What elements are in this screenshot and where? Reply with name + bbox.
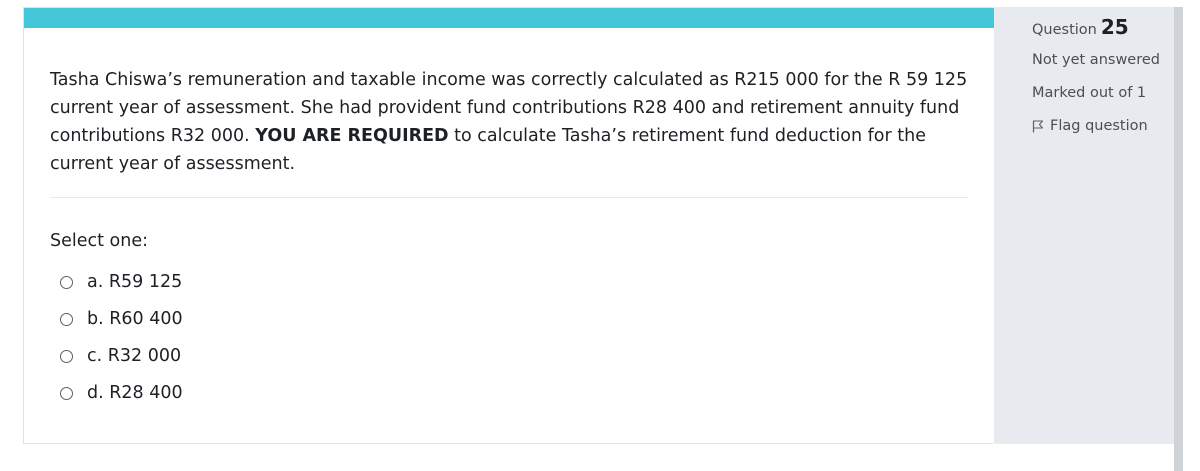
marks-info: Marked out of 1 (1032, 85, 1147, 101)
option-value: R28 400 (109, 382, 183, 403)
option-letter: c. (87, 345, 103, 366)
option-letter: a. (87, 271, 104, 292)
question-info-panel: Question 25 Not yet answered Marked out o… (994, 7, 1174, 444)
answer-status: Not yet answered (1032, 52, 1160, 68)
option-a[interactable]: a. R59 125 (60, 263, 183, 300)
option-c[interactable]: c. R32 000 (60, 337, 183, 374)
select-one-prompt: Select one: (50, 231, 149, 251)
option-value: R32 000 (107, 345, 182, 366)
question-number: Question 25 (1032, 15, 1129, 39)
flag-question-label: Flag question (1050, 118, 1148, 134)
option-b[interactable]: b. R60 400 (60, 300, 183, 337)
option-letter: d. (87, 382, 104, 403)
radio-button[interactable] (60, 276, 73, 289)
option-letter: b. (87, 308, 104, 329)
option-value: R59 125 (108, 271, 183, 292)
accent-bar (24, 8, 994, 28)
option-label: c. R32 000 (87, 344, 181, 368)
flag-icon (1032, 119, 1044, 132)
scrollbar-track[interactable] (1174, 7, 1183, 471)
divider (50, 197, 968, 198)
answer-options: a. R59 125 b. R60 400 c. R32 000 d. R28 … (60, 263, 183, 411)
radio-button[interactable] (60, 350, 73, 363)
radio-button[interactable] (60, 313, 73, 326)
option-value: R60 400 (109, 308, 183, 329)
option-label: a. R59 125 (87, 270, 182, 294)
question-label: Question (1032, 22, 1097, 38)
quiz-page: Tasha Chiswa’s remuneration and taxable … (0, 0, 1200, 471)
option-label: d. R28 400 (87, 381, 183, 405)
question-number-value: 25 (1100, 15, 1129, 39)
flag-question-link[interactable]: Flag question (1032, 118, 1148, 134)
question-text: Tasha Chiswa’s remuneration and taxable … (50, 66, 970, 178)
radio-button[interactable] (60, 387, 73, 400)
question-content: Tasha Chiswa’s remuneration and taxable … (23, 7, 994, 444)
question-text-emphasis: YOU ARE REQUIRED (255, 126, 449, 146)
option-label: b. R60 400 (87, 307, 183, 331)
option-d[interactable]: d. R28 400 (60, 374, 183, 411)
